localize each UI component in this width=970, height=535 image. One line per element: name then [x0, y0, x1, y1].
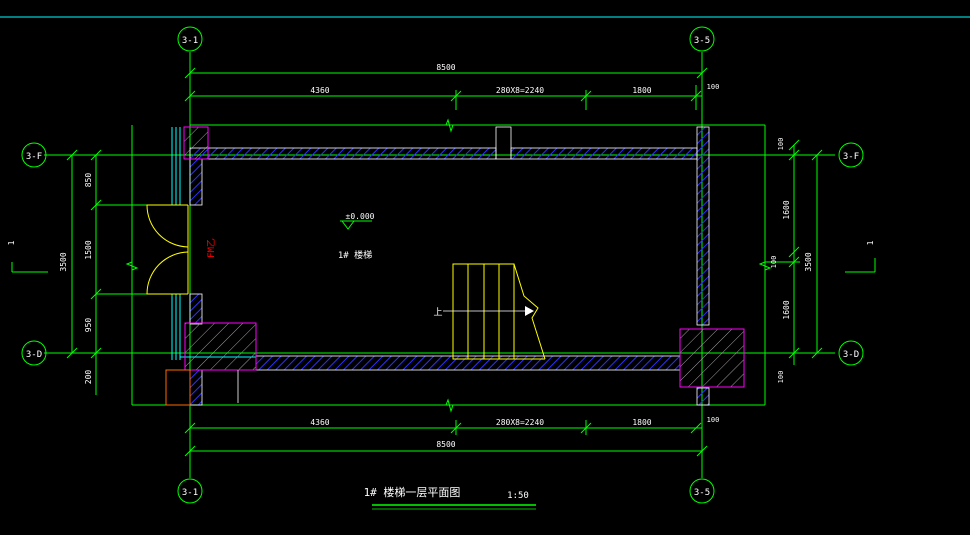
- floor-plan-drawing: 3-1 3-5 3-1 3-5 3-F 3-D 3-F 3-D 8500 436…: [0, 16, 970, 510]
- svg-text:3-5: 3-5: [694, 488, 710, 498]
- column-bottom-right: [679, 328, 745, 388]
- axis-bubble-left-bottom: 3-D: [21, 340, 47, 366]
- svg-text:3-1: 3-1: [182, 36, 198, 46]
- svg-text:3-D: 3-D: [843, 350, 859, 360]
- axis-bubble-right-top: 3-F: [838, 142, 864, 168]
- axis-bubble-bottom-right: 3-5: [689, 478, 715, 504]
- column-top-left: [183, 126, 209, 160]
- door-frame-block: [165, 369, 191, 406]
- left-dim-seg-1: 850: [84, 173, 93, 188]
- left-dim-seg-2: 1500: [84, 240, 93, 259]
- top-dim-seg-1: 4360: [310, 86, 329, 95]
- svg-text:3-F: 3-F: [26, 152, 42, 162]
- bottom-dim-total: 8500: [436, 440, 455, 449]
- right-dim-seg-3: 100: [770, 256, 778, 269]
- drawing-scale: 1:50: [507, 491, 529, 501]
- section-mark-left: 1: [7, 240, 48, 273]
- left-dim-seg-4: 200: [84, 370, 93, 385]
- top-dim-total: 8500: [436, 63, 455, 72]
- axis-bubble-right-bottom: 3-D: [838, 340, 864, 366]
- bottom-dim-seg-3: 1800: [632, 418, 651, 427]
- bottom-dim-seg-4: 100: [707, 416, 720, 424]
- right-dim-seg-5: 100: [777, 371, 785, 384]
- top-dim-seg-3: 1800: [632, 86, 651, 95]
- svg-text:3-5: 3-5: [694, 36, 710, 46]
- walls: [189, 126, 710, 406]
- left-dim-seg-3: 950: [84, 318, 93, 333]
- left-dimensions: [66, 125, 150, 405]
- door-tag: FM乙: [206, 238, 217, 258]
- right-dim-seg-1: 100: [777, 138, 785, 151]
- right-dim-seg-2: 1600: [782, 200, 791, 219]
- axis-bubble-top-left: 3-1: [177, 26, 203, 52]
- axis-bubble-bottom-left: 3-1: [177, 478, 203, 504]
- svg-text:3-D: 3-D: [26, 350, 42, 360]
- elevation-text: ±0.000: [346, 212, 375, 221]
- svg-text:3-1: 3-1: [182, 488, 198, 498]
- section-mark-right-label: 1: [866, 240, 875, 245]
- top-dimensions: [184, 67, 765, 126]
- top-dim-seg-2: 280X8=2240: [496, 86, 544, 95]
- axis-lines: [44, 52, 835, 478]
- stair-up-label: 上: [433, 307, 442, 318]
- section-mark-left-label: 1: [7, 240, 16, 245]
- bottom-dim-seg-1: 4360: [310, 418, 329, 427]
- drawing-title: 1# 楼梯一层平面图: [364, 485, 461, 499]
- svg-text:3-F: 3-F: [843, 152, 859, 162]
- room-label: 1# 楼梯: [338, 249, 372, 261]
- right-dim-total: 3500: [804, 252, 813, 271]
- top-dim-seg-4: 100: [707, 83, 720, 91]
- axis-bubble-top-right: 3-5: [689, 26, 715, 52]
- elevation-mark: ±0.000: [340, 212, 375, 230]
- double-door: [146, 204, 189, 295]
- column-bottom-left: [184, 322, 257, 371]
- right-dim-seg-4: 1600: [782, 300, 791, 319]
- section-mark-right: 1: [845, 240, 876, 273]
- bottom-dim-seg-2: 280X8=2240: [496, 418, 544, 427]
- axis-bubble-left-top: 3-F: [21, 142, 47, 168]
- left-dim-total: 3500: [59, 252, 68, 271]
